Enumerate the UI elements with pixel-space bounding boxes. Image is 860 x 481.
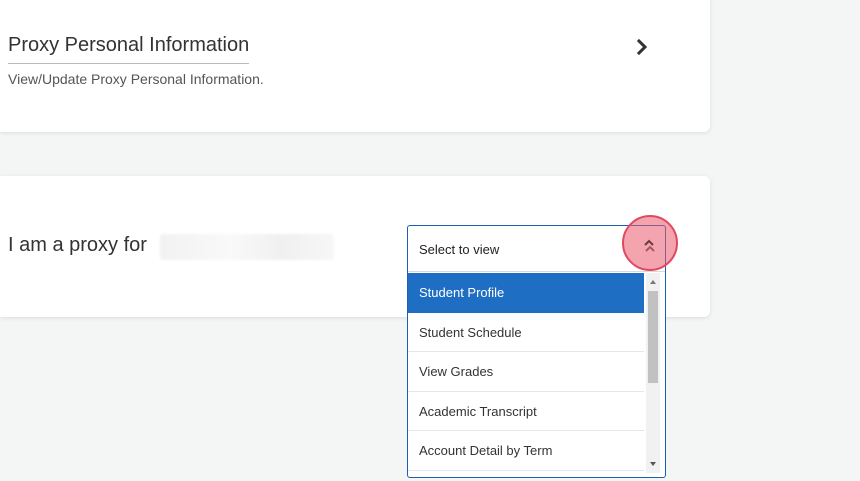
click-indicator [622, 215, 678, 271]
select-options-list: Student Profile Student Schedule View Gr… [408, 273, 644, 473]
card-title[interactable]: Proxy Personal Information [8, 34, 250, 64]
card-description: View/Update Proxy Personal Information. [8, 71, 264, 87]
proxy-for-label: I am a proxy for [8, 234, 147, 256]
scroll-down-arrow-icon[interactable] [646, 457, 660, 471]
proxy-personal-information-card[interactable]: Proxy Personal Information View/Update P… [0, 0, 710, 132]
option-account-detail-by-term[interactable]: Account Detail by Term [408, 431, 644, 471]
option-academic-transcript[interactable]: Academic Transcript [408, 392, 644, 431]
option-student-schedule[interactable]: Student Schedule [408, 313, 644, 352]
option-view-grades[interactable]: View Grades [408, 352, 644, 392]
view-select-dropdown[interactable]: Select to view Student Profile Student S… [407, 225, 666, 478]
redacted-student-name [160, 234, 334, 260]
option-student-profile[interactable]: Student Profile [408, 273, 644, 313]
scroll-up-arrow-icon[interactable] [646, 275, 660, 289]
page: Proxy Personal Information View/Update P… [0, 0, 860, 481]
options-scrollbar[interactable] [646, 273, 660, 473]
chevron-up-icon [644, 239, 654, 246]
select-placeholder: Select to view [419, 242, 500, 257]
scroll-thumb[interactable] [648, 291, 658, 383]
chevron-right-icon[interactable] [633, 38, 651, 56]
